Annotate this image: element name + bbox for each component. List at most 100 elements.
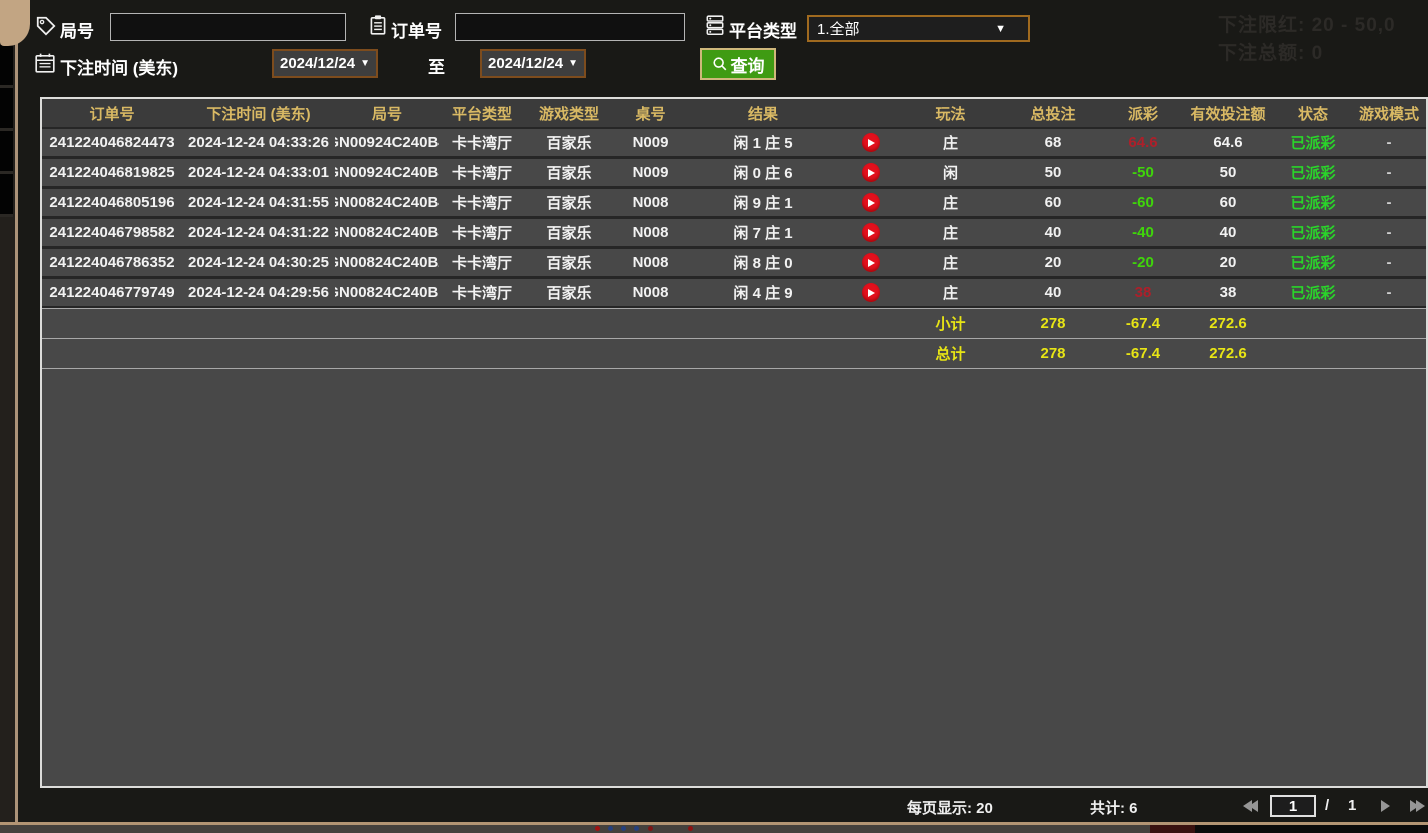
order-no-input[interactable]	[455, 13, 685, 41]
header-game-type: 游戏类型	[525, 99, 613, 127]
background-tile	[0, 174, 13, 217]
cell-game-mode: -	[1348, 279, 1428, 306]
cell-total-bet: 40	[998, 279, 1108, 306]
cell-game-type: 百家乐	[525, 189, 613, 216]
table-empty-area	[42, 369, 1426, 786]
play-icon	[868, 169, 875, 177]
date-range-to-label: 至	[428, 53, 445, 78]
first-page-button[interactable]	[1243, 800, 1258, 812]
background-tile	[0, 88, 13, 131]
replay-play-button[interactable]	[862, 283, 880, 302]
cell-payout: 38	[1108, 279, 1178, 306]
header-platform: 平台类型	[439, 99, 525, 127]
cell-result: 闲 1 庄 5	[688, 129, 838, 156]
clipboard-icon	[367, 14, 389, 36]
replay-play-button[interactable]	[862, 163, 880, 182]
cell-game-no: GN00824C240B1	[335, 279, 439, 306]
grand-total-label: 总计	[903, 339, 998, 368]
cell-payout: -60	[1108, 189, 1178, 216]
header-table-no: 桌号	[613, 99, 688, 127]
chevron-down-icon: ▼	[360, 58, 370, 69]
replay-play-button[interactable]	[862, 133, 880, 152]
date-to-picker[interactable]: 2024/12/24 ▼	[480, 49, 586, 78]
cell-result: 闲 8 庄 0	[688, 249, 838, 276]
subtotal-row: 小计 278 -67.4 272.6	[42, 308, 1426, 339]
cell-game-mode: -	[1348, 189, 1428, 216]
bet-time-label: 下注时间 (美东)	[60, 54, 178, 79]
cell-bet-time: 2024-12-24 04:30:25	[182, 249, 335, 276]
table-header-row: 订单号 下注时间 (美东) 局号 平台类型 游戏类型 桌号 结果 玩法 总投注 …	[42, 99, 1426, 129]
grand-total-payout: -67.4	[1108, 339, 1178, 368]
page-number-input[interactable]	[1270, 795, 1316, 817]
query-button[interactable]: 查询	[700, 48, 776, 80]
platform-type-value: 1.全部	[817, 18, 860, 39]
cell-order-no: 241224046798582	[42, 219, 182, 246]
cell-platform: 卡卡湾厅	[439, 129, 525, 156]
cell-table-no: N008	[613, 249, 688, 276]
cell-order-no: 241224046779749	[42, 279, 182, 306]
cell-bet-type: 庄	[903, 219, 998, 246]
chevron-down-icon: ▼	[995, 23, 1020, 35]
table-row: 241224046779749 2024-12-24 04:29:56 GN00…	[42, 279, 1426, 309]
header-game-no: 局号	[335, 99, 439, 127]
cell-bet-time: 2024-12-24 04:33:01	[182, 159, 335, 186]
roadmap-dot	[648, 826, 653, 831]
game-no-label: 局号	[60, 17, 94, 42]
table-row: 241224046786352 2024-12-24 04:30:25 GN00…	[42, 249, 1426, 279]
cell-total-bet: 40	[998, 219, 1108, 246]
cell-status: 已派彩	[1278, 189, 1348, 216]
cell-bet-time: 2024-12-24 04:29:56	[182, 279, 335, 306]
table-row: 241224046819825 2024-12-24 04:33:01 GN00…	[42, 159, 1426, 189]
order-no-label: 订单号	[391, 17, 442, 42]
table-row: 241224046798582 2024-12-24 04:31:22 GN00…	[42, 219, 1426, 249]
play-icon	[868, 259, 875, 267]
play-icon	[868, 199, 875, 207]
play-icon	[868, 229, 875, 237]
subtotal-label: 小计	[903, 309, 998, 338]
cell-game-mode: -	[1348, 219, 1428, 246]
cell-result: 闲 9 庄 1	[688, 189, 838, 216]
last-page-button[interactable]	[1410, 800, 1425, 812]
cell-valid-bet: 50	[1178, 159, 1278, 186]
cell-valid-bet: 20	[1178, 249, 1278, 276]
next-page-button[interactable]	[1381, 800, 1390, 812]
date-to-value: 2024/12/24	[488, 55, 563, 72]
cell-game-type: 百家乐	[525, 129, 613, 156]
cell-game-no: GN00824C240B2	[335, 249, 439, 276]
roadmap-dot	[595, 826, 600, 831]
header-result: 结果	[688, 99, 838, 127]
cell-replay	[838, 219, 903, 246]
platform-type-select[interactable]: 1.全部 ▼	[807, 15, 1030, 42]
cell-table-no: N009	[613, 129, 688, 156]
calendar-icon	[34, 52, 56, 74]
header-game-mode: 游戏模式	[1348, 99, 1428, 127]
cell-valid-bet: 60	[1178, 189, 1278, 216]
cell-game-no: GN00924C240B3	[335, 159, 439, 186]
subtotal-payout: -67.4	[1108, 309, 1178, 338]
roadmap-dot	[688, 826, 693, 831]
tag-icon	[35, 15, 57, 37]
table-body: 241224046824473 2024-12-24 04:33:26 GN00…	[42, 129, 1426, 309]
replay-play-button[interactable]	[862, 193, 880, 212]
cell-bet-time: 2024-12-24 04:31:55	[182, 189, 335, 216]
chevron-down-icon: ▼	[568, 58, 578, 69]
header-total-bet: 总投注	[998, 99, 1108, 127]
cell-order-no: 241224046819825	[42, 159, 182, 186]
cell-bet-time: 2024-12-24 04:31:22	[182, 219, 335, 246]
bet-records-table: 订单号 下注时间 (美东) 局号 平台类型 游戏类型 桌号 结果 玩法 总投注 …	[40, 97, 1428, 788]
cell-table-no: N008	[613, 189, 688, 216]
cell-platform: 卡卡湾厅	[439, 249, 525, 276]
table-row: 241224046824473 2024-12-24 04:33:26 GN00…	[42, 129, 1426, 159]
cell-replay	[838, 279, 903, 306]
cell-replay	[838, 249, 903, 276]
replay-play-button[interactable]	[862, 223, 880, 242]
date-from-picker[interactable]: 2024/12/24 ▼	[272, 49, 378, 78]
cell-platform: 卡卡湾厅	[439, 159, 525, 186]
background-tile	[0, 131, 13, 174]
cell-game-mode: -	[1348, 159, 1428, 186]
replay-play-button[interactable]	[862, 253, 880, 272]
cell-bet-type: 庄	[903, 249, 998, 276]
cell-bet-type: 庄	[903, 189, 998, 216]
game-no-input[interactable]	[110, 13, 346, 41]
cell-payout: 64.6	[1108, 129, 1178, 156]
